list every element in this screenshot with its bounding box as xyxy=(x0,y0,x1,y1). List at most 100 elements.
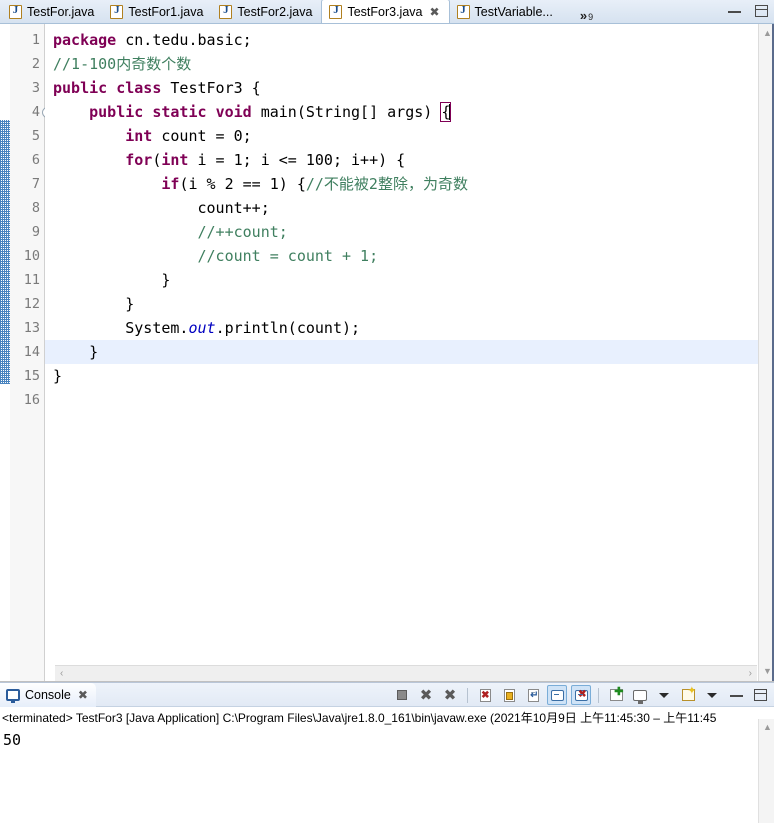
editor-tab-testvariable[interactable]: TestVariable... xyxy=(450,0,562,23)
code-line-14: } xyxy=(45,340,758,364)
scroll-up-arrow-icon[interactable]: ▲ xyxy=(763,29,772,38)
scroll-down-arrow-icon[interactable]: ▼ xyxy=(763,667,772,676)
maximize-icon[interactable] xyxy=(755,5,768,17)
x-mark-multiple-icon: ✖ xyxy=(443,685,457,704)
line-number: 2 xyxy=(31,56,40,72)
editor-window-controls xyxy=(728,5,768,17)
pin-console-dropdown[interactable] xyxy=(702,685,722,705)
line-number: 7 xyxy=(31,176,40,192)
clear-console-button[interactable]: ✖ xyxy=(475,685,495,705)
wrap-arrow-badge-icon: ↵ xyxy=(530,689,539,701)
console-toolbar: ✖ ✖ ✖ ↵ ✖ ✚ ✦ xyxy=(392,683,770,707)
editor-tab-testfor3[interactable]: TestFor3.java ✖ xyxy=(321,0,450,23)
editor-tab-testfor[interactable]: TestFor.java xyxy=(2,0,103,23)
star-badge-icon: ✦ xyxy=(687,685,697,697)
line-number: 11 xyxy=(23,272,40,288)
line-number: 9 xyxy=(31,224,40,240)
scroll-lock-button[interactable] xyxy=(499,685,519,705)
editor-tab-label: TestFor2.java xyxy=(237,4,313,19)
line-number: 16 xyxy=(23,392,40,408)
console-error-icon: ✖ xyxy=(574,688,588,701)
toolbar-separator xyxy=(467,687,468,703)
line-number: 13 xyxy=(23,320,40,336)
show-console-on-error-button[interactable]: ✖ xyxy=(571,685,591,705)
editor-tab-label: TestFor.java xyxy=(27,4,95,19)
line-number: 8 xyxy=(31,200,40,216)
line-number: 5 xyxy=(31,128,40,144)
remove-launch-button[interactable]: ✖ xyxy=(416,685,436,705)
pin-console-icon: ✦ xyxy=(681,685,697,701)
editor-tab-label: TestFor1.java xyxy=(128,4,204,19)
tab-console[interactable]: Console ✖ xyxy=(0,682,96,707)
console-monitor-icon xyxy=(6,688,20,703)
java-file-icon xyxy=(219,4,233,19)
line-number: 14 xyxy=(23,344,40,360)
clear-console-icon: ✖ xyxy=(479,688,491,702)
chevron-down-icon xyxy=(707,692,717,698)
console-vertical-scrollbar[interactable]: ▲ xyxy=(758,719,774,823)
minimize-icon xyxy=(729,694,743,697)
scroll-right-arrow-icon[interactable]: › xyxy=(749,668,752,679)
word-wrap-button[interactable]: ↵ xyxy=(523,685,543,705)
line-number: 10 xyxy=(23,248,40,264)
pin-console-button[interactable]: ✦ xyxy=(678,685,698,705)
line-number: 1 xyxy=(31,32,40,48)
source-code-editor[interactable]: package cn.tedu.basic; //1-100内奇数个数 publ… xyxy=(45,24,758,681)
console-output-area[interactable]: <terminated> TestFor3 [Java Application]… xyxy=(0,707,774,823)
close-icon[interactable]: ✖ xyxy=(429,6,439,18)
line-number: 15 xyxy=(23,368,40,384)
editor-tab-testfor1[interactable]: TestFor1.java xyxy=(103,0,212,23)
line-number: 12 xyxy=(23,296,40,312)
lock-badge-icon xyxy=(505,691,513,700)
stop-square-icon xyxy=(397,690,407,700)
line-number: 6 xyxy=(31,152,40,168)
console-maximize-button[interactable] xyxy=(750,685,770,705)
close-icon[interactable]: ✖ xyxy=(78,689,88,701)
terminate-button[interactable] xyxy=(392,685,412,705)
console-status-line: <terminated> TestFor3 [Java Application]… xyxy=(2,711,717,725)
code-line-12: } xyxy=(53,295,135,313)
red-x-badge-icon: ✖ xyxy=(578,688,587,700)
code-line-4: public static void main(String[] args) { xyxy=(89,102,452,122)
x-mark-icon: ✖ xyxy=(419,685,433,704)
line-number: 4 xyxy=(10,100,53,124)
java-file-icon xyxy=(110,4,124,19)
console-tab-bar: Console ✖ ✖ ✖ ✖ ↵ ✖ ✚ ✦ xyxy=(0,682,774,707)
chevron-down-icon xyxy=(659,692,669,698)
minimize-icon[interactable] xyxy=(728,10,741,13)
console-minimize-button[interactable] xyxy=(726,685,746,705)
word-wrap-icon: ↵ xyxy=(527,688,539,702)
code-line-15: } xyxy=(53,367,63,385)
scroll-left-arrow-icon[interactable]: ‹ xyxy=(60,668,63,679)
code-line-9: //++count; xyxy=(197,223,288,241)
display-selected-console-button[interactable] xyxy=(630,685,650,705)
chevron-double-right-icon: » xyxy=(579,8,588,23)
red-x-badge-icon: ✖ xyxy=(481,689,490,701)
show-console-on-output-button[interactable] xyxy=(547,685,567,705)
console-output-text: 50 xyxy=(3,731,22,749)
editor-horizontal-scrollbar[interactable]: ‹ › xyxy=(55,665,757,681)
code-line-2: //1-100内奇数个数 xyxy=(53,55,192,73)
editor-tab-testfor2[interactable]: TestFor2.java xyxy=(212,0,321,23)
occurrence-marker xyxy=(0,120,10,384)
java-file-icon xyxy=(9,4,22,19)
remove-all-terminated-button[interactable]: ✖ xyxy=(440,685,460,705)
scroll-up-arrow-icon[interactable]: ▲ xyxy=(763,723,772,732)
code-line-8: count++; xyxy=(53,199,270,217)
code-line-3: public class TestFor3 { xyxy=(53,79,261,97)
code-line-11: } xyxy=(53,271,171,289)
annotation-marker-strip[interactable] xyxy=(0,24,10,681)
tab-overflow-button[interactable]: » 9 xyxy=(580,8,593,23)
editor-tab-label: TestFor3.java xyxy=(347,4,423,19)
line-number-gutter[interactable]: 1 2 3 4 5 6 7 8 9 10 11 12 13 14 15 16 xyxy=(10,24,53,681)
display-console-icon xyxy=(633,689,647,704)
display-console-dropdown[interactable] xyxy=(654,685,674,705)
editor-vertical-scrollbar[interactable]: ▲ ▼ xyxy=(758,24,774,681)
open-console-button[interactable]: ✚ xyxy=(606,685,626,705)
line-number: 3 xyxy=(31,80,40,96)
java-file-icon xyxy=(329,4,343,19)
console-tab-label: Console xyxy=(25,687,71,702)
code-line-13: System.out.println(count); xyxy=(53,319,361,337)
tab-overflow-count: 9 xyxy=(588,12,594,22)
open-console-icon: ✚ xyxy=(609,687,624,701)
